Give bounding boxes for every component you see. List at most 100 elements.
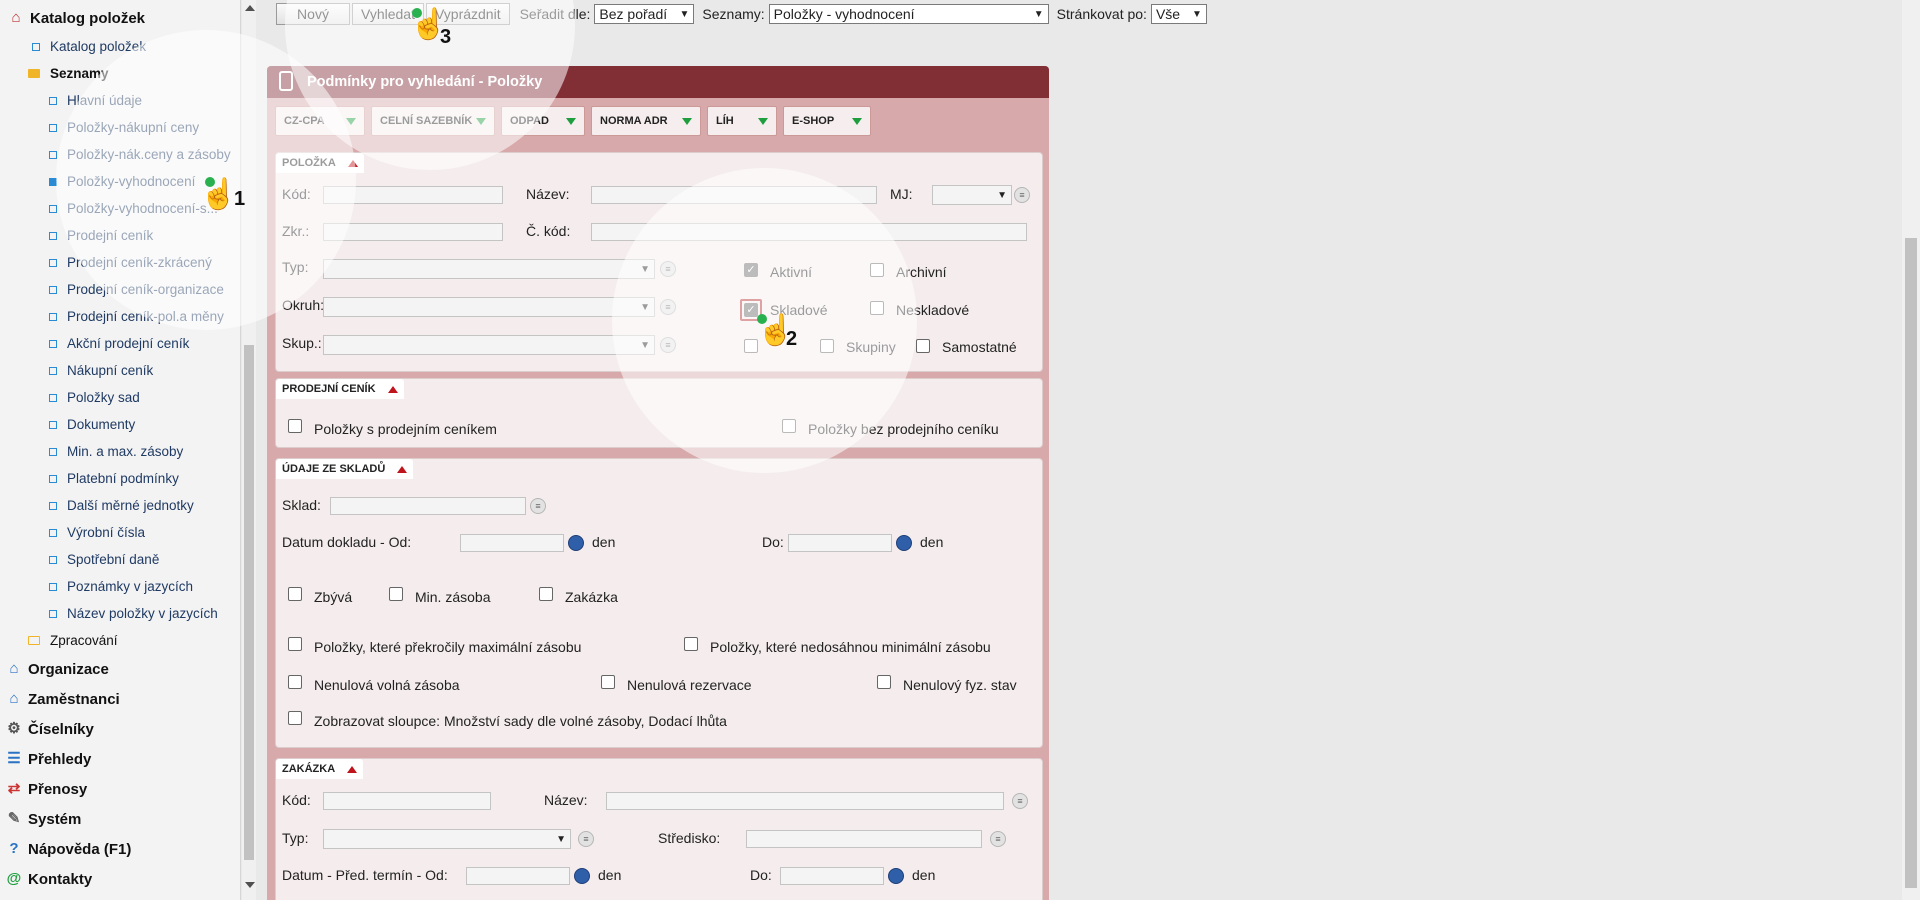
c-kod-input[interactable] <box>591 223 1027 241</box>
datum-do-input[interactable] <box>788 534 892 552</box>
zak-kod-input[interactable] <box>323 792 491 810</box>
list-icon[interactable]: ≡ <box>660 337 676 353</box>
neskladove-checkbox[interactable] <box>870 301 884 315</box>
sidebar-item-prodejni-cenik[interactable]: Prodejní ceník <box>49 228 153 243</box>
typ-select[interactable]: ▼ <box>323 259 655 279</box>
list-icon[interactable]: ≡ <box>1014 187 1030 203</box>
sidebar-item-vyrobni[interactable]: Výrobní čísla <box>49 525 145 540</box>
aktivni-checkbox[interactable] <box>744 263 758 277</box>
archivni-checkbox[interactable] <box>870 263 884 277</box>
unlabeled-checkbox[interactable] <box>744 339 758 353</box>
sidebar-top-napoveda[interactable]: ? Nápověda (F1) <box>4 839 131 859</box>
lists-select[interactable]: Položky - vyhodnocení ▼ <box>768 4 1049 24</box>
list-icon[interactable]: ≡ <box>1012 793 1028 809</box>
sort-select[interactable]: Bez pořadí ▼ <box>594 4 695 24</box>
sidebar-item-akcni-cenik[interactable]: Akční prodejní ceník <box>49 336 189 351</box>
kod-input[interactable] <box>323 186 503 204</box>
sidebar-item-zpracovani[interactable]: Zpracování <box>28 633 118 648</box>
sidebar-top-zamestnanci[interactable]: ⌂ Zaměstnanci <box>4 689 119 709</box>
list-icon[interactable]: ≡ <box>990 831 1006 847</box>
sidebar-item-nazev-jazyky[interactable]: Název položky v jazycích <box>49 606 218 621</box>
stredisko-input[interactable] <box>746 830 982 848</box>
section-title[interactable]: PRODEJNÍ CENÍK <box>276 379 404 399</box>
page-scroll-thumb[interactable] <box>1905 238 1917 888</box>
skupiny-checkbox[interactable] <box>820 339 834 353</box>
sklad-input[interactable] <box>330 497 526 515</box>
list-icon[interactable]: ≡ <box>530 498 546 514</box>
sidebar-top-kontakty[interactable]: @ Kontakty <box>4 869 93 889</box>
sidebar-item-platebni[interactable]: Platební podmínky <box>49 471 179 486</box>
sidebar-item-nakupni-cenik[interactable]: Nákupní ceník <box>49 363 153 378</box>
scroll-down-icon[interactable] <box>245 882 255 888</box>
calendar-icon[interactable] <box>896 535 912 551</box>
sidebar-item-vyhodnoceni[interactable]: Položky-vyhodnocení <box>49 174 195 189</box>
tab-norma-adr[interactable]: NORMA ADR <box>591 106 701 136</box>
new-button[interactable]: Nový <box>276 3 350 25</box>
calendar-icon[interactable] <box>568 535 584 551</box>
tab-e-shop[interactable]: E-SHOP <box>783 106 871 136</box>
sidebar-item-vyhodnoceni-s[interactable]: Položky-vyhodnocení-s... <box>49 201 218 216</box>
samostatne-checkbox[interactable] <box>916 339 930 353</box>
min-zasoba-checkbox[interactable] <box>389 587 403 601</box>
sidebar-item-cenik-zkraceny[interactable]: Prodejní ceník-zkrácený <box>49 255 212 270</box>
square-icon <box>49 555 57 564</box>
section-title[interactable]: ÚDAJE ZE SKLADŮ <box>276 459 414 479</box>
sidebar-top-organizace[interactable]: ⌂ Organizace <box>4 659 108 679</box>
list-icon[interactable]: ≡ <box>660 261 676 277</box>
show-cols-checkbox[interactable] <box>288 711 302 725</box>
zbyva-checkbox[interactable] <box>288 587 302 601</box>
list-icon[interactable]: ≡ <box>578 831 594 847</box>
section-title[interactable]: ZAKÁZKA <box>276 759 364 779</box>
sidebar-item-spotrebni[interactable]: Spotřební daně <box>49 552 159 567</box>
nazev-input[interactable] <box>591 186 877 204</box>
zak-datum-do-input[interactable] <box>780 867 884 885</box>
paging-select[interactable]: Vše ▼ <box>1150 4 1207 24</box>
tab-celni-sazebnik[interactable]: CELNÍ SAZEBNÍK <box>371 106 495 136</box>
tab-odpad[interactable]: ODPAD <box>501 106 585 136</box>
sidebar-item-min-max[interactable]: Min. a max. zásoby <box>49 444 183 459</box>
sidebar-top-katalog[interactable]: ⌂ Katalog položek <box>6 8 145 28</box>
cenik-with-checkbox[interactable] <box>288 419 302 433</box>
square-icon <box>49 123 57 132</box>
sidebar-top-prehledy[interactable]: ☰ Přehledy <box>4 749 91 769</box>
sidebar-item-cenik-meny[interactable]: Prodejní ceník-pol.a měny <box>49 309 224 324</box>
list-icon[interactable]: ≡ <box>660 299 676 315</box>
zak-typ-select[interactable]: ▼ <box>323 829 571 849</box>
zak-nazev-input[interactable] <box>606 792 1004 810</box>
tab-lih[interactable]: LÍH <box>707 106 777 136</box>
sidebar-item-merne[interactable]: Další měrné jednotky <box>49 498 194 513</box>
sidebar-item-poznamky[interactable]: Poznámky v jazycích <box>49 579 193 594</box>
calendar-icon[interactable] <box>888 868 904 884</box>
sidebar-item-polozky-sad[interactable]: Položky sad <box>49 390 140 405</box>
sidebar-item-hlavni[interactable]: Hlavní údaje <box>49 93 142 108</box>
sidebar-item-katalog[interactable]: Katalog položek <box>32 39 146 54</box>
section-title[interactable]: POLOŽKA <box>276 153 364 173</box>
zakazka-checkbox[interactable] <box>539 587 553 601</box>
okruh-select[interactable]: ▼ <box>323 297 655 317</box>
section-title-text: ÚDAJE ZE SKLADŮ <box>282 463 386 475</box>
sidebar-item-nak-zasoby[interactable]: Položky-nák.ceny a zásoby <box>49 147 231 162</box>
scroll-up-icon[interactable] <box>245 5 255 11</box>
sidebar-item-cenik-organizace[interactable]: Prodejní ceník-organizace <box>49 282 224 297</box>
nenul-rez-checkbox[interactable] <box>601 675 615 689</box>
sidebar-item-nakupni-ceny[interactable]: Položky-nákupní ceny <box>49 120 199 135</box>
mj-select[interactable]: ▼ <box>932 185 1012 205</box>
calendar-icon[interactable] <box>574 868 590 884</box>
sidebar-top-system[interactable]: ✎ Systém <box>4 809 82 829</box>
over-max-checkbox[interactable] <box>288 637 302 651</box>
skladove-checkbox[interactable] <box>744 303 758 317</box>
sidebar-top-ciselniky[interactable]: ⚙ Číselníky <box>4 719 94 739</box>
sidebar-scroll-thumb[interactable] <box>244 345 254 860</box>
zak-datum-od-input[interactable] <box>466 867 570 885</box>
skup-select[interactable]: ▼ <box>323 335 655 355</box>
under-min-checkbox[interactable] <box>684 637 698 651</box>
zkr-input[interactable] <box>323 223 503 241</box>
sidebar-item-seznamy[interactable]: Seznamy <box>28 66 109 81</box>
tab-cz-cpa[interactable]: CZ-CPA <box>275 106 365 136</box>
nenul-volna-checkbox[interactable] <box>288 675 302 689</box>
nenul-fyz-checkbox[interactable] <box>877 675 891 689</box>
cenik-without-checkbox[interactable] <box>782 419 796 433</box>
sidebar-top-prenosy[interactable]: ⇄ Přenosy <box>4 779 88 799</box>
sidebar-item-dokumenty[interactable]: Dokumenty <box>49 417 135 432</box>
datum-od-input[interactable] <box>460 534 564 552</box>
